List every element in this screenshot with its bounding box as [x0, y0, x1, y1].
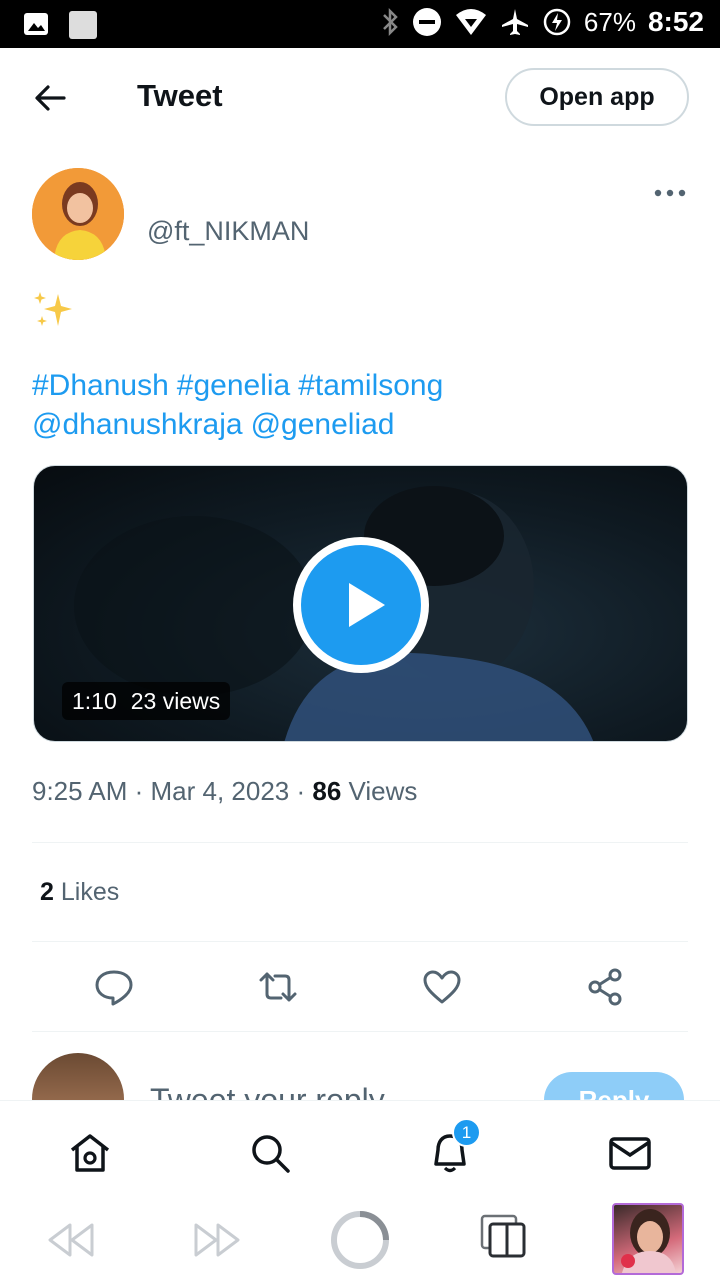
header: Tweet Open app: [0, 48, 720, 148]
status-bar: 67% 8:52: [0, 0, 720, 48]
back-arrow-icon[interactable]: [30, 78, 70, 118]
hashtag-link[interactable]: #Dhanush: [32, 369, 169, 402]
reply-icon[interactable]: [93, 966, 135, 1008]
mention-link[interactable]: @dhanushkraja: [32, 408, 243, 441]
share-icon[interactable]: [585, 966, 627, 1008]
mention-line: @dhanushkraja @geneliad: [32, 405, 692, 444]
airplane-icon: [501, 9, 528, 35]
video-player[interactable]: 1:10 23 views: [33, 465, 688, 742]
like-heart-icon[interactable]: [421, 966, 463, 1008]
play-icon: [349, 583, 385, 627]
tweet-time[interactable]: 9:25 AM: [32, 776, 127, 806]
tweet-text: #Dhanush #genelia #tamilsong @dhanushkraja…: [32, 366, 692, 444]
page-title: Tweet: [137, 78, 223, 113]
profile-thumbnail[interactable]: [612, 1203, 684, 1275]
play-button[interactable]: [293, 537, 429, 673]
author-avatar[interactable]: [32, 168, 124, 260]
messages-icon[interactable]: [608, 1131, 652, 1175]
hashtag-line: #Dhanush #genelia #tamilsong: [32, 366, 692, 405]
browser-toolbar: [0, 1200, 720, 1280]
battery-percent: 67%: [583, 6, 636, 37]
clock: 8:52: [647, 6, 704, 37]
loading-icon: [331, 1211, 389, 1269]
video-duration: 1:10: [72, 687, 117, 714]
video-info-badge: 1:10 23 views: [62, 682, 231, 720]
avatar-image: [32, 168, 124, 260]
retweet-icon[interactable]: [257, 966, 299, 1008]
do-not-disturb-icon: [412, 8, 441, 36]
more-options-icon[interactable]: [650, 180, 690, 206]
hashtag-link[interactable]: #tamilsong: [298, 369, 443, 402]
app-notification-icon: [69, 11, 97, 39]
notification-badge: 1: [452, 1118, 481, 1147]
bluetooth-icon: [383, 7, 398, 37]
tabs-icon[interactable]: [480, 1214, 526, 1258]
likes-label: Likes: [60, 878, 120, 906]
divider: [32, 842, 688, 843]
tweet-date[interactable]: Mar 4, 2023: [151, 776, 290, 806]
divider: [32, 941, 688, 942]
likes-stat[interactable]: 2 Likes: [40, 878, 119, 907]
video-views: 23 views: [130, 687, 221, 714]
tweet-meta: 9:25 AM · Mar 4, 2023 · 86 Views: [32, 776, 418, 806]
rewind-icon[interactable]: [46, 1220, 96, 1260]
home-icon[interactable]: [68, 1131, 112, 1175]
open-app-button[interactable]: Open app: [505, 68, 689, 126]
views-label: Views: [348, 776, 418, 806]
thumbnail-image: [621, 1209, 676, 1273]
sparkles-emoji-icon: [34, 292, 72, 326]
search-icon[interactable]: [248, 1131, 292, 1175]
fast-forward-icon[interactable]: [192, 1220, 242, 1260]
battery-charging-icon: [543, 8, 571, 36]
gallery-notification-icon: [24, 13, 48, 35]
hashtag-link[interactable]: #genelia: [177, 369, 290, 402]
mention-link[interactable]: @geneliad: [251, 408, 395, 441]
wifi-icon: [455, 9, 486, 35]
author-handle[interactable]: @ft_NIKMAN: [147, 216, 309, 247]
bottom-nav: 1: [0, 1100, 720, 1200]
view-count: 86: [312, 776, 342, 806]
likes-count: 2: [40, 878, 54, 906]
divider: [32, 1031, 688, 1032]
